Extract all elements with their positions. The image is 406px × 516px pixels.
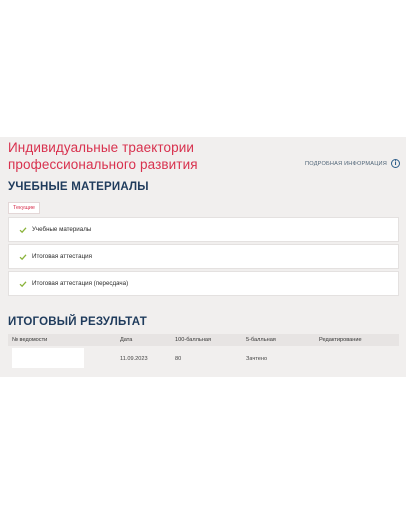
info-icon[interactable]: i xyxy=(391,159,400,168)
result-heading: ИТОГОВЫЙ РЕЗУЛЬТАТ xyxy=(8,316,147,328)
column-header-edit: Редактирование xyxy=(319,337,362,343)
material-item-label: Учебные материалы xyxy=(32,226,92,233)
more-info-link[interactable]: ПОДРОБНАЯ ИНФОРМАЦИЯ i xyxy=(305,159,400,168)
page-title: Индивидуальные траектории профессиональн… xyxy=(8,140,198,172)
check-icon xyxy=(19,280,27,287)
material-item-final-attestation[interactable]: Итоговая аттестация xyxy=(8,244,399,269)
material-item-label: Итоговая аттестация (пересдача) xyxy=(32,280,129,287)
material-item-label: Итоговая аттестация xyxy=(32,253,92,260)
column-header-score-100: 100-балльная xyxy=(175,337,212,343)
check-icon xyxy=(19,253,27,260)
material-item-final-attestation-retake[interactable]: Итоговая аттестация (пересдача) xyxy=(8,271,399,296)
column-header-date: Дата xyxy=(120,337,133,343)
material-item-study-materials[interactable]: Учебные материалы xyxy=(8,217,399,242)
more-info-label: ПОДРОБНАЯ ИНФОРМАЦИЯ xyxy=(305,160,387,167)
content-panel: Индивидуальные траектории профессиональн… xyxy=(0,137,406,377)
check-icon xyxy=(19,226,27,233)
table-header: № ведомости Дата 100-балльная 5-балльная… xyxy=(8,334,399,346)
column-header-record-no: № ведомости xyxy=(12,337,48,343)
score-5-cell: Зачтено xyxy=(246,356,268,362)
materials-heading: УЧЕБНЫЕ МАТЕРИАЛЫ xyxy=(8,181,149,193)
score-100-cell: 80 xyxy=(175,356,182,362)
result-table: № ведомости Дата 100-балльная 5-балльная… xyxy=(8,334,399,370)
column-header-score-5: 5-балльная xyxy=(246,337,276,343)
date-cell: 11.09.2023 xyxy=(120,356,148,362)
record-no-cell xyxy=(12,348,84,368)
tab-current[interactable]: Текущие xyxy=(8,202,40,214)
table-row: 11.09.2023 80 Зачтено xyxy=(8,346,399,370)
